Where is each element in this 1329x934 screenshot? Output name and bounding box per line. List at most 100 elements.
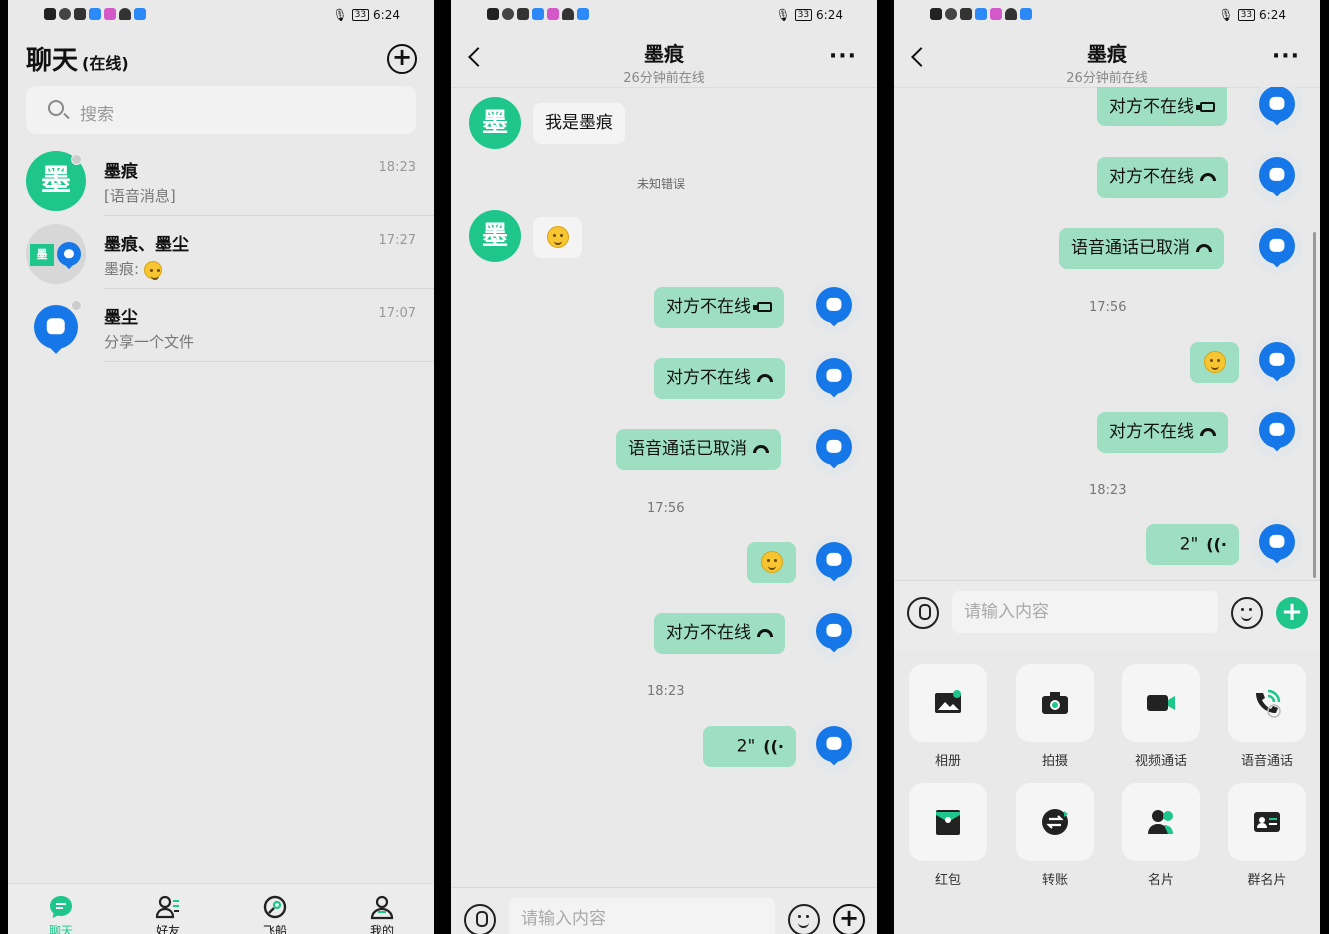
contact-card-icon <box>1148 810 1173 834</box>
tool-tile <box>909 664 987 742</box>
hangup-icon <box>1200 428 1216 436</box>
timestamp: 18:23 <box>647 684 685 699</box>
conversation-time: 17:27 <box>378 233 416 248</box>
my-avatar <box>1251 336 1303 388</box>
app-icon <box>990 8 1002 20</box>
message-text: 语音通话已取消 <box>1071 238 1190 258</box>
tools-panel: 相册 拍摄 视频通话 语音通话 红包 转账 名片 群名片 <box>894 650 1320 934</box>
emoji-button-icon[interactable] <box>1231 597 1263 629</box>
bot-avatar-icon <box>1259 228 1295 264</box>
tab-label: 我的 <box>369 924 394 934</box>
conversation-time: 18:23 <box>378 160 416 175</box>
chat-title: 墨痕 <box>644 42 684 66</box>
message-input[interactable]: 请输入内容 <box>952 591 1218 633</box>
emoji-button-icon[interactable] <box>788 904 820 934</box>
hangup-icon <box>757 374 773 382</box>
microphone-icon[interactable] <box>464 904 496 934</box>
incoming-message[interactable]: 我是墨痕 <box>533 103 625 144</box>
message-text: 对方不在线 <box>1109 422 1194 442</box>
message-input[interactable]: 请输入内容 <box>509 898 775 934</box>
tab-label: 飞船 <box>262 924 287 934</box>
camera-icon <box>74 8 86 20</box>
tool-transfer[interactable]: 转账 <box>1015 783 1095 888</box>
bot-avatar-icon <box>1259 342 1295 378</box>
scrollbar[interactable] <box>1313 232 1316 578</box>
smile-emoji-icon <box>1203 351 1226 373</box>
tool-tile <box>1016 783 1094 861</box>
tool-photo-album[interactable]: 相册 <box>908 664 988 769</box>
add-button[interactable]: + <box>387 44 417 74</box>
outgoing-message[interactable]: 语音通话已取消 <box>616 429 781 470</box>
bot-avatar-icon <box>34 305 78 349</box>
message-area[interactable]: 对方不在线 对方不在线 语音通话已取消 17:56 对方不在线 18:23 2"… <box>894 87 1320 579</box>
microphone-icon[interactable] <box>907 597 939 629</box>
chat-screen: 🎙 33 6:24 墨痕 26分钟前在线 ··· 墨 我是墨痕 未知错误 墨 对… <box>451 0 877 934</box>
tool-group-card[interactable]: 群名片 <box>1227 783 1307 888</box>
outgoing-message[interactable]: 对方不在线 <box>654 358 785 399</box>
avatar: 墨 <box>469 97 521 149</box>
my-avatar <box>808 352 860 404</box>
tab-chat[interactable]: 聊天 <box>31 894 91 934</box>
outgoing-message[interactable]: 对方不在线 <box>1097 412 1228 453</box>
voice-message[interactable]: 2" ((· <box>703 726 796 767</box>
bell-icon <box>119 8 131 20</box>
message-text: 对方不在线 <box>666 297 751 317</box>
more-options-icon[interactable]: ··· <box>829 46 857 68</box>
app-icon <box>532 8 544 20</box>
outgoing-message[interactable]: 对方不在线 <box>654 613 785 654</box>
last-seen: 26分钟前在线 <box>1066 71 1148 86</box>
tab-friends[interactable]: 好友 <box>138 894 198 934</box>
presence-dot <box>71 300 82 311</box>
outgoing-message[interactable]: 对方不在线 <box>654 287 784 328</box>
voice-wave-icon: ((· <box>763 737 784 756</box>
tool-contact-card[interactable]: 名片 <box>1121 783 1201 888</box>
tab-me[interactable]: 我的 <box>352 894 412 934</box>
preview-text: 墨痕: <box>104 260 144 278</box>
online-status: (在线) <box>82 54 129 73</box>
tool-tile <box>1228 664 1306 742</box>
tool-red-packet[interactable]: 红包 <box>908 783 988 888</box>
plus-button[interactable]: + <box>1276 597 1308 629</box>
conversation-item[interactable]: 墨 墨痕、墨尘 17:27 墨痕: <box>8 216 434 289</box>
hangup-icon <box>753 445 769 453</box>
my-avatar <box>1251 151 1303 203</box>
tab-spaceship[interactable]: 飞船 <box>245 894 305 934</box>
video-call-icon <box>753 302 772 312</box>
mic-status-icon: 🎙 <box>775 8 791 22</box>
plus-button[interactable]: + <box>833 904 865 934</box>
conversation-preview: 墨痕: <box>104 258 162 280</box>
status-time: 6:24 <box>1259 8 1286 22</box>
outgoing-message[interactable] <box>747 542 796 583</box>
tool-video-call[interactable]: 视频通话 <box>1121 664 1201 769</box>
conversation-item[interactable]: 墨 墨痕 18:23 [语音消息] <box>8 143 434 216</box>
input-bar: 请输入内容 + <box>451 887 877 934</box>
message-text: 对方不在线 <box>666 368 751 388</box>
bot-avatar-icon <box>816 429 852 465</box>
smile-emoji-icon <box>760 551 783 573</box>
wifi-icon <box>502 8 514 20</box>
app-icon <box>975 8 987 20</box>
tool-tile <box>1228 783 1306 861</box>
conversation-preview: [语音消息] <box>104 187 176 205</box>
group-avatar: 墨 <box>26 224 86 284</box>
outgoing-message[interactable]: 对方不在线 <box>1097 157 1228 198</box>
video-call-icon <box>1196 102 1215 112</box>
outgoing-message[interactable] <box>1190 342 1239 383</box>
my-avatar <box>1251 406 1303 458</box>
outgoing-message[interactable]: 语音通话已取消 <box>1059 228 1224 269</box>
voice-message[interactable]: 2" ((· <box>1146 524 1239 565</box>
message-text: 对方不在线 <box>666 623 751 643</box>
app-icon <box>547 8 559 20</box>
conversation-item[interactable]: 墨尘 17:07 分享一个文件 <box>8 289 434 362</box>
tool-voice-call[interactable]: 语音通话 <box>1227 664 1307 769</box>
timestamp: 17:56 <box>647 501 685 516</box>
incoming-message[interactable] <box>533 217 582 258</box>
tool-camera[interactable]: 拍摄 <box>1015 664 1095 769</box>
outgoing-message[interactable]: 对方不在线 <box>1097 87 1227 126</box>
search-bar[interactable]: 搜索 <box>26 86 416 134</box>
conversation-time: 17:07 <box>378 306 416 321</box>
battery-indicator: 33 <box>794 9 813 21</box>
tab-label: 好友 <box>155 924 180 934</box>
more-options-icon[interactable]: ··· <box>1272 46 1300 68</box>
voice-wave-icon: ((· <box>1206 535 1227 554</box>
